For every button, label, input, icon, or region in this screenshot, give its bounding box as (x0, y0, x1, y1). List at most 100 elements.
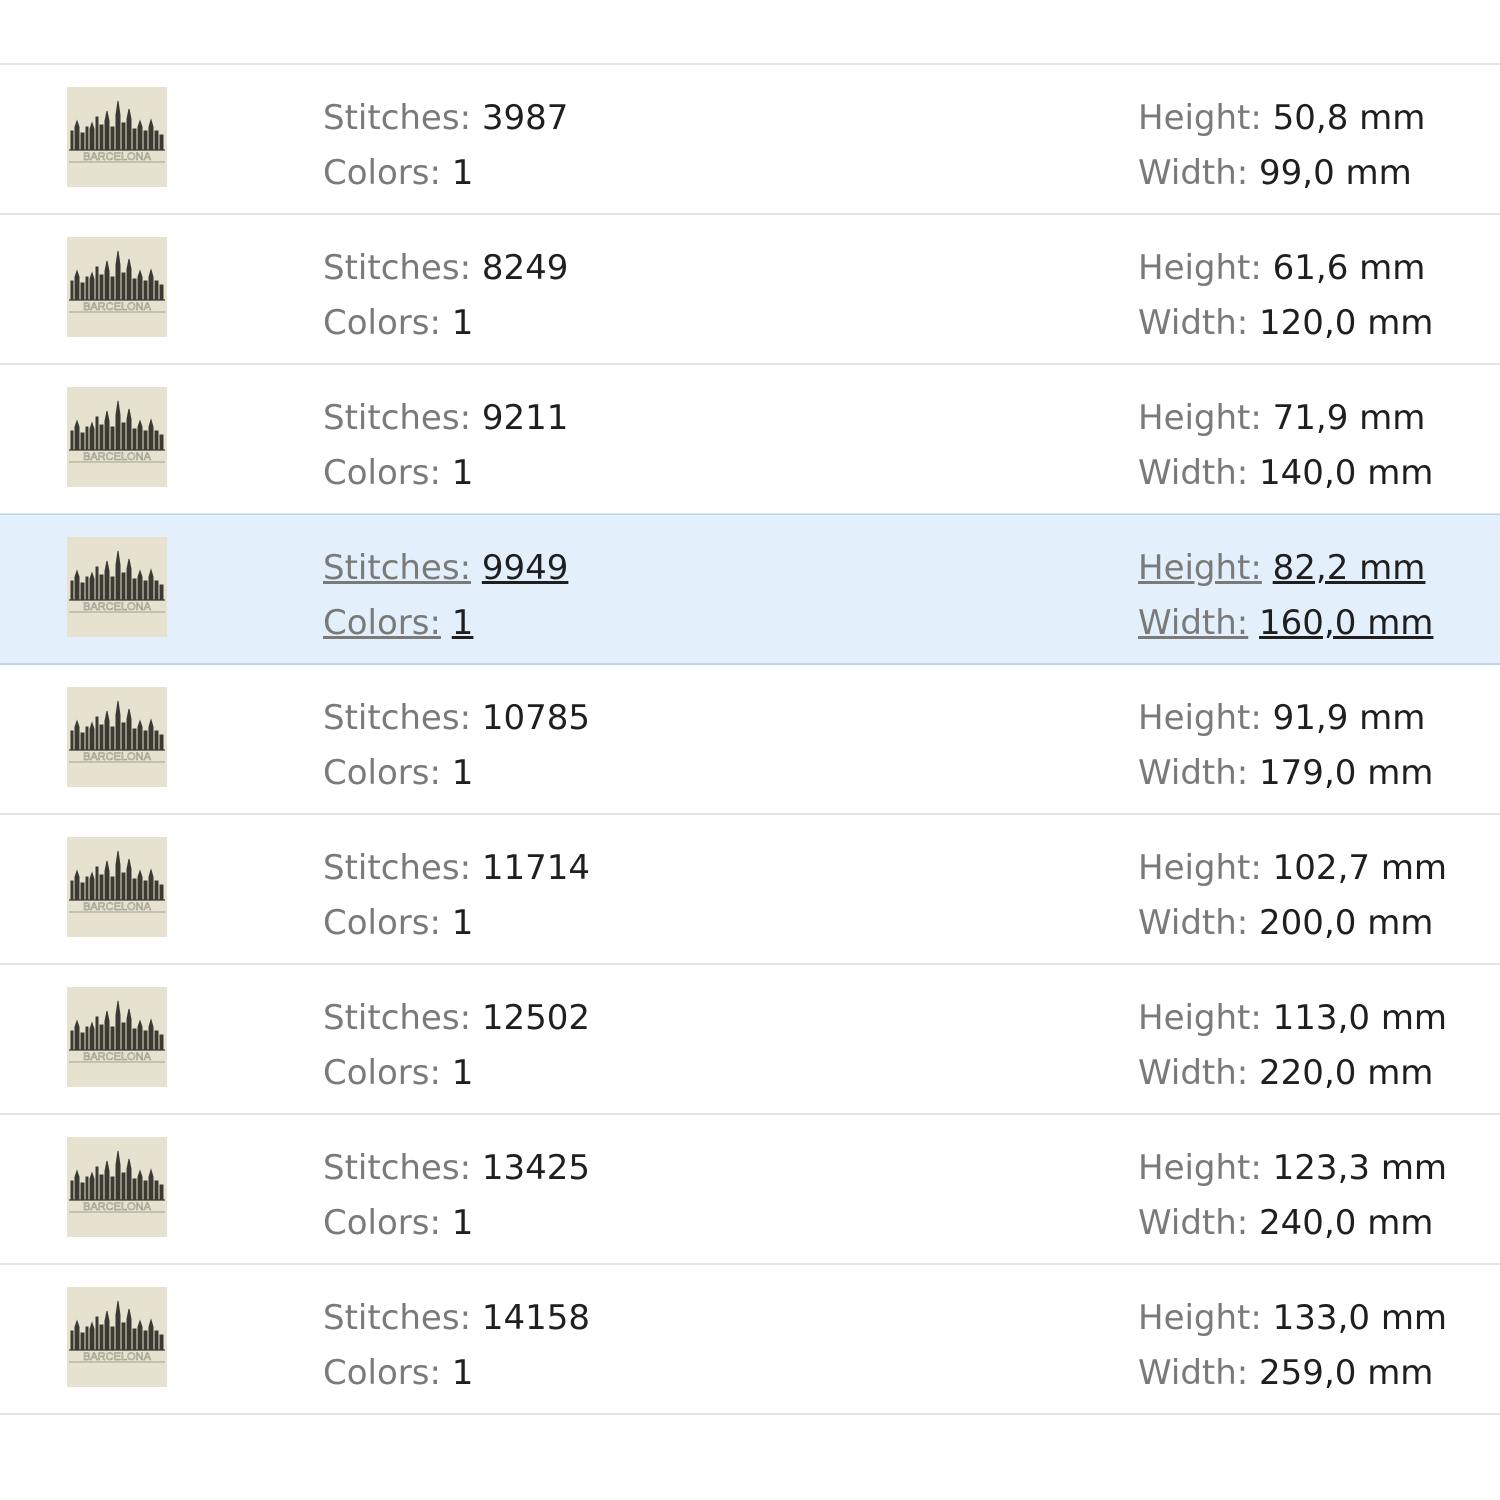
stitches-value: 12502 (481, 998, 591, 1038)
thumbnail-logo-text: BARCELONA (83, 1051, 152, 1063)
stitches-label: Stitches: (323, 248, 472, 288)
dimension-info: Height: 61,6 mm Width: 120,0 mm (1138, 241, 1433, 351)
thumbnail-logo-text: BARCELONA (83, 751, 152, 763)
dimension-info: Height: 82,2 mm Width: 160,0 mm (1138, 541, 1433, 651)
height-value: 71,9 mm (1272, 398, 1426, 438)
width-value: 120,0 mm (1259, 303, 1434, 343)
stitch-color-info: Stitches: 8249 Colors: 1 (323, 241, 568, 351)
width-value: 200,0 mm (1259, 903, 1434, 943)
height-label: Height: (1138, 698, 1262, 738)
height-line: Height: 113,0 mm (1138, 991, 1447, 1046)
thumbnail-logo-text: BARCELONA (83, 451, 152, 463)
design-size-row[interactable]: BARCELONA Stitches: 10785 Colors: 1 Heig… (0, 665, 1500, 815)
stitches-value: 14158 (481, 1298, 591, 1338)
colors-line: Colors: 1 (323, 596, 568, 651)
dimension-info: Height: 123,3 mm Width: 240,0 mm (1138, 1141, 1447, 1251)
height-value: 133,0 mm (1272, 1298, 1448, 1338)
colors-value: 1 (451, 153, 474, 193)
stitches-value: 13425 (481, 1148, 591, 1188)
height-line: Height: 102,7 mm (1138, 841, 1447, 896)
design-size-row[interactable]: BARCELONA Stitches: 9211 Colors: 1 Heigh… (0, 365, 1500, 515)
width-label: Width: (1138, 453, 1249, 493)
width-line: Width: 200,0 mm (1138, 896, 1447, 951)
width-line: Width: 99,0 mm (1138, 146, 1425, 201)
width-label: Width: (1138, 1053, 1249, 1093)
design-size-row[interactable]: BARCELONA Stitches: 8249 Colors: 1 Heigh… (0, 215, 1500, 365)
dimension-info: Height: 102,7 mm Width: 200,0 mm (1138, 841, 1447, 951)
stitches-value: 8249 (481, 248, 569, 288)
design-thumbnail: BARCELONA (67, 1287, 167, 1387)
design-size-row[interactable]: BARCELONA Stitches: 11714 Colors: 1 Heig… (0, 815, 1500, 965)
colors-line: Colors: 1 (323, 1196, 590, 1251)
design-size-row[interactable]: BARCELONA Stitches: 14158 Colors: 1 Heig… (0, 1265, 1500, 1415)
stitches-value: 11714 (481, 848, 591, 888)
height-line: Height: 71,9 mm (1138, 391, 1433, 446)
colors-label: Colors: (323, 603, 441, 643)
width-value: 259,0 mm (1259, 1353, 1434, 1393)
stitch-color-info: Stitches: 9211 Colors: 1 (323, 391, 568, 501)
colors-line: Colors: 1 (323, 746, 590, 801)
colors-value: 1 (451, 1203, 474, 1243)
width-label: Width: (1138, 153, 1249, 193)
colors-value: 1 (451, 753, 474, 793)
height-label: Height: (1138, 1298, 1262, 1338)
height-value: 91,9 mm (1272, 698, 1426, 738)
thumbnail-logo-text: BARCELONA (83, 601, 152, 613)
design-size-row[interactable]: BARCELONA Stitches: 9949 Colors: 1 Heigh… (0, 514, 1500, 665)
width-line: Width: 220,0 mm (1138, 1046, 1447, 1101)
colors-value: 1 (451, 1053, 474, 1093)
design-size-row[interactable]: BARCELONA Stitches: 3987 Colors: 1 Heigh… (0, 65, 1500, 215)
stitches-label: Stitches: (323, 398, 472, 438)
barcelona-skyline-icon: BARCELONA (69, 1150, 165, 1213)
barcelona-skyline-icon: BARCELONA (69, 850, 165, 913)
height-value: 113,0 mm (1272, 998, 1448, 1038)
stitches-line: Stitches: 9211 (323, 391, 568, 446)
stitches-label: Stitches: (323, 98, 472, 138)
design-size-row[interactable]: BARCELONA Stitches: 13425 Colors: 1 Heig… (0, 1115, 1500, 1265)
height-line: Height: 61,6 mm (1138, 241, 1433, 296)
colors-line: Colors: 1 (323, 1046, 590, 1101)
width-value: 160,0 mm (1259, 603, 1434, 643)
height-label: Height: (1138, 398, 1262, 438)
width-value: 240,0 mm (1259, 1203, 1434, 1243)
width-line: Width: 179,0 mm (1138, 746, 1433, 801)
colors-line: Colors: 1 (323, 446, 568, 501)
height-value: 82,2 mm (1272, 548, 1426, 588)
design-thumbnail: BARCELONA (67, 687, 167, 787)
colors-value: 1 (451, 453, 474, 493)
stitch-color-info: Stitches: 10785 Colors: 1 (323, 691, 590, 801)
height-label: Height: (1138, 98, 1262, 138)
barcelona-skyline-icon: BARCELONA (69, 1000, 165, 1063)
stitches-line: Stitches: 10785 (323, 691, 590, 746)
width-label: Width: (1138, 1353, 1249, 1393)
stitches-line: Stitches: 11714 (323, 841, 590, 896)
design-thumbnail: BARCELONA (67, 237, 167, 337)
height-line: Height: 50,8 mm (1138, 91, 1425, 146)
height-line: Height: 123,3 mm (1138, 1141, 1447, 1196)
height-label: Height: (1138, 248, 1262, 288)
stitches-line: Stitches: 8249 (323, 241, 568, 296)
stitches-value: 10785 (481, 698, 591, 738)
stitch-color-info: Stitches: 9949 Colors: 1 (323, 541, 568, 651)
design-size-row[interactable]: BARCELONA Stitches: 12502 Colors: 1 Heig… (0, 965, 1500, 1115)
width-label: Width: (1138, 1203, 1249, 1243)
width-value: 179,0 mm (1259, 753, 1434, 793)
height-value: 123,3 mm (1272, 1148, 1448, 1188)
colors-label: Colors: (323, 1203, 441, 1243)
colors-label: Colors: (323, 453, 441, 493)
barcelona-skyline-icon: BARCELONA (69, 100, 165, 163)
height-line: Height: 91,9 mm (1138, 691, 1433, 746)
stitches-label: Stitches: (323, 998, 472, 1038)
stitch-color-info: Stitches: 14158 Colors: 1 (323, 1291, 590, 1401)
width-label: Width: (1138, 603, 1249, 643)
thumbnail-logo-text: BARCELONA (83, 151, 152, 163)
height-label: Height: (1138, 1148, 1262, 1188)
colors-line: Colors: 1 (323, 296, 568, 351)
height-label: Height: (1138, 998, 1262, 1038)
width-line: Width: 120,0 mm (1138, 296, 1433, 351)
dimension-info: Height: 91,9 mm Width: 179,0 mm (1138, 691, 1433, 801)
colors-label: Colors: (323, 753, 441, 793)
width-label: Width: (1138, 303, 1249, 343)
width-label: Width: (1138, 753, 1249, 793)
width-value: 99,0 mm (1259, 153, 1412, 193)
